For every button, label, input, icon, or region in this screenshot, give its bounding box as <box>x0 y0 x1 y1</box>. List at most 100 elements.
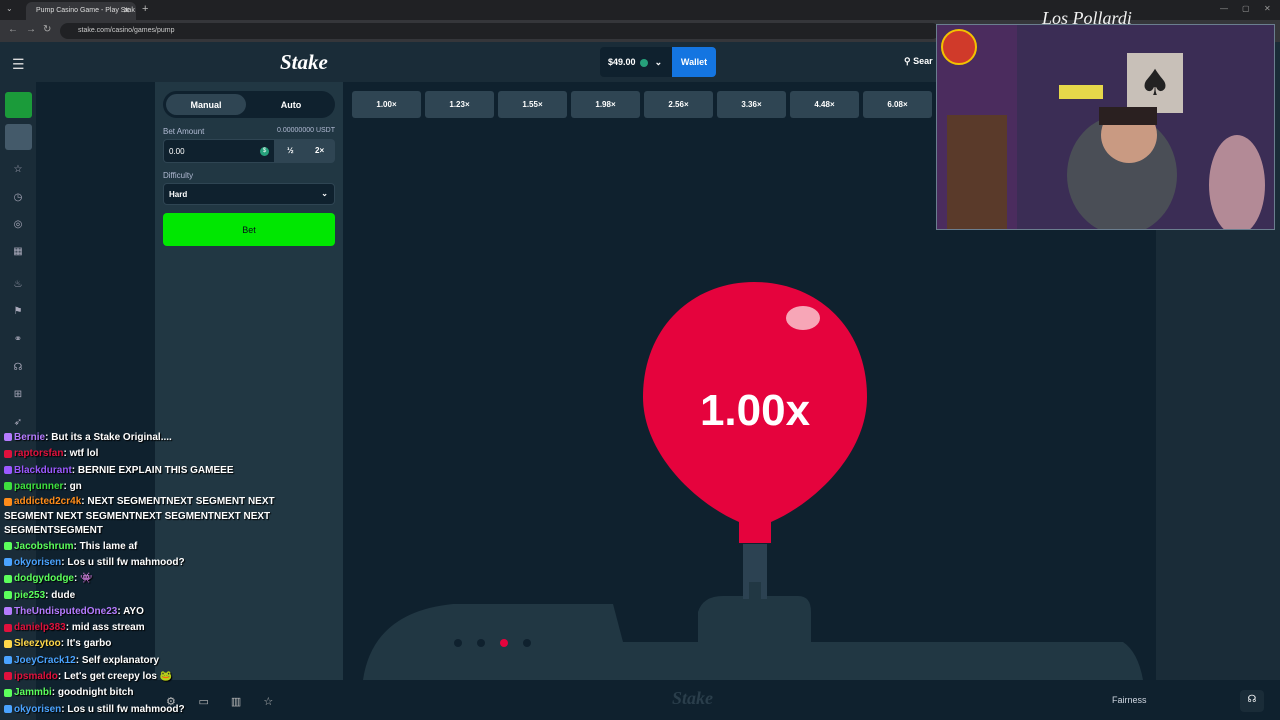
chat-text: BERNIE EXPLAIN THIS GAMEEE <box>77 464 234 476</box>
multiplier-chip: 2.56× <box>644 91 713 118</box>
browser-tab[interactable]: Pump Casino Game - Play Stak ✕ <box>26 2 136 20</box>
bet-amount-group: 0.00 $ ½ 2× <box>163 139 335 163</box>
chat-username: Sleezytoo <box>14 638 61 650</box>
sports-tile[interactable] <box>5 124 32 150</box>
multiplier-chip: 1.98× <box>571 91 640 118</box>
handshake-icon[interactable]: ⚭ <box>11 334 25 348</box>
menu-icon[interactable]: ☰ <box>12 56 25 73</box>
tab-auto[interactable]: Auto <box>251 94 331 115</box>
chat-message: okyorisen: Los u still fw mahmood? <box>4 555 304 571</box>
multiplier-chip: 4.48× <box>790 91 859 118</box>
chat-message: raptorsfan: wtf lol <box>4 446 304 462</box>
usdt-coin-icon: $ <box>260 147 269 156</box>
multiplier-chip: 1.55× <box>498 91 567 118</box>
chat-message: paqrunner: gn <box>4 479 304 495</box>
chat-text: But its a Stake Original.... <box>51 432 172 443</box>
streamer-logo <box>941 29 977 65</box>
step-dot <box>523 639 531 647</box>
chevron-down-icon: ⌄ <box>321 189 328 198</box>
chat-badge-icon <box>4 607 12 616</box>
chat-username: Jacobshrum <box>14 540 74 552</box>
star-icon[interactable]: ☆ <box>11 164 25 178</box>
gift-icon[interactable]: ⊞ <box>11 389 25 403</box>
balloon-multiplier: 1.00x <box>699 386 811 435</box>
double-bet-button[interactable]: 2× <box>315 146 324 155</box>
chat-badge-icon <box>4 433 12 442</box>
chat-badge-icon <box>4 574 12 583</box>
chat-message: pie253: dude <box>4 588 304 604</box>
chat-text: mid ass stream <box>71 622 145 634</box>
reload-icon[interactable]: ↻ <box>43 24 51 35</box>
step-dot-active <box>500 639 508 647</box>
headset-icon[interactable]: ☊ <box>11 362 25 376</box>
chat-message: okyorisen: Los u still fw mahmood? <box>4 702 304 718</box>
chat-text: gn <box>69 480 82 492</box>
multiplier-row: 1.00× 1.23× 1.55× 1.98× 2.56× 3.36× 4.48… <box>352 91 938 118</box>
search-button[interactable]: ⚲ Sear <box>904 56 933 67</box>
target-icon[interactable]: ◎ <box>11 219 25 233</box>
chat-badge-icon <box>4 558 12 567</box>
chat-username: okyorisen <box>14 703 62 715</box>
history-icon[interactable]: ◷ <box>11 192 25 206</box>
step-dot <box>477 639 485 647</box>
usdt-coin-icon <box>640 58 649 67</box>
tab-title: Pump Casino Game - Play Stak <box>36 7 135 14</box>
webcam-overlay: ♠ <box>936 24 1275 230</box>
balloon-highlight <box>786 306 820 330</box>
chat-message: TheUndisputedOne23: AYO <box>4 604 304 620</box>
url-field[interactable]: stake.com/casino/games/pump <box>60 23 940 39</box>
chat-text: dude <box>51 589 76 601</box>
maximize-icon[interactable]: ▢ <box>1242 4 1250 13</box>
chat-text: Self explanatory <box>81 654 160 666</box>
bet-button[interactable]: Bet <box>163 213 335 246</box>
chat-badge-icon <box>4 497 12 506</box>
difficulty-select[interactable]: Hard ⌄ <box>163 183 335 205</box>
half-bet-button[interactable]: ½ <box>287 146 294 155</box>
fire-icon[interactable]: ♨ <box>11 279 25 293</box>
multiplier-chip: 1.00× <box>352 91 421 118</box>
chat-message: Bernie: But its a Stake Original.... <box>4 430 304 446</box>
chat-badge-icon <box>4 542 12 551</box>
bet-amount-label: Bet Amount <box>163 127 205 136</box>
bet-amount-input[interactable]: 0.00 <box>164 140 274 162</box>
rocket-icon[interactable]: ➶ <box>11 417 25 431</box>
search-icon: ⚲ <box>904 56 911 66</box>
chat-username: ipsmaldo <box>14 671 58 683</box>
step-dot <box>454 639 462 647</box>
headset-icon[interactable]: ☊ <box>1240 690 1264 712</box>
chat-badge-icon <box>4 623 12 632</box>
chat-username: okyorisen <box>14 556 62 568</box>
difficulty-value: Hard <box>169 190 188 199</box>
chevron-down-icon: ⌄ <box>654 57 663 67</box>
chat-text: goodnight bitch <box>57 687 134 699</box>
chat-text: Los u still fw mahmood? <box>67 556 185 568</box>
forward-icon[interactable]: → <box>26 24 36 35</box>
new-tab-icon[interactable]: + <box>142 3 148 15</box>
chat-badge-icon <box>4 482 12 491</box>
fairness-link[interactable]: Fairness <box>1112 695 1147 705</box>
chat-message: Blackdurant: BERNIE EXPLAIN THIS GAMEEE <box>4 463 304 479</box>
tab-close-icon[interactable]: ✕ <box>123 6 130 15</box>
chat-text: AYO <box>123 605 144 617</box>
balance-selector[interactable]: $49.00 ⌄ <box>600 47 672 77</box>
multiplier-chip: 1.23× <box>425 91 494 118</box>
casino-tile[interactable] <box>5 92 32 118</box>
search-label: Sear <box>913 56 933 66</box>
chat-message: danielp383: mid ass stream <box>4 620 304 636</box>
minimize-icon[interactable]: — <box>1220 4 1228 13</box>
chat-username: raptorsfan <box>14 448 64 460</box>
grid-icon[interactable]: ▦ <box>11 246 25 260</box>
chat-username: Blackdurant <box>14 464 72 476</box>
back-icon[interactable]: ← <box>8 24 18 35</box>
stake-logo[interactable]: Stake <box>280 50 328 75</box>
chat-username: paqrunner <box>14 480 64 492</box>
tab-manual[interactable]: Manual <box>166 94 246 115</box>
chat-badge-icon <box>4 590 12 599</box>
chat-username: Bernie <box>14 432 46 443</box>
tab-search-icon[interactable]: ⌄ <box>6 4 13 13</box>
bookmark-icon[interactable]: ⚑ <box>11 306 25 320</box>
chat-badge-icon <box>4 656 12 665</box>
wallet-button[interactable]: Wallet <box>672 47 716 77</box>
difficulty-label: Difficulty <box>163 171 194 180</box>
window-close-icon[interactable]: ✕ <box>1264 4 1271 13</box>
